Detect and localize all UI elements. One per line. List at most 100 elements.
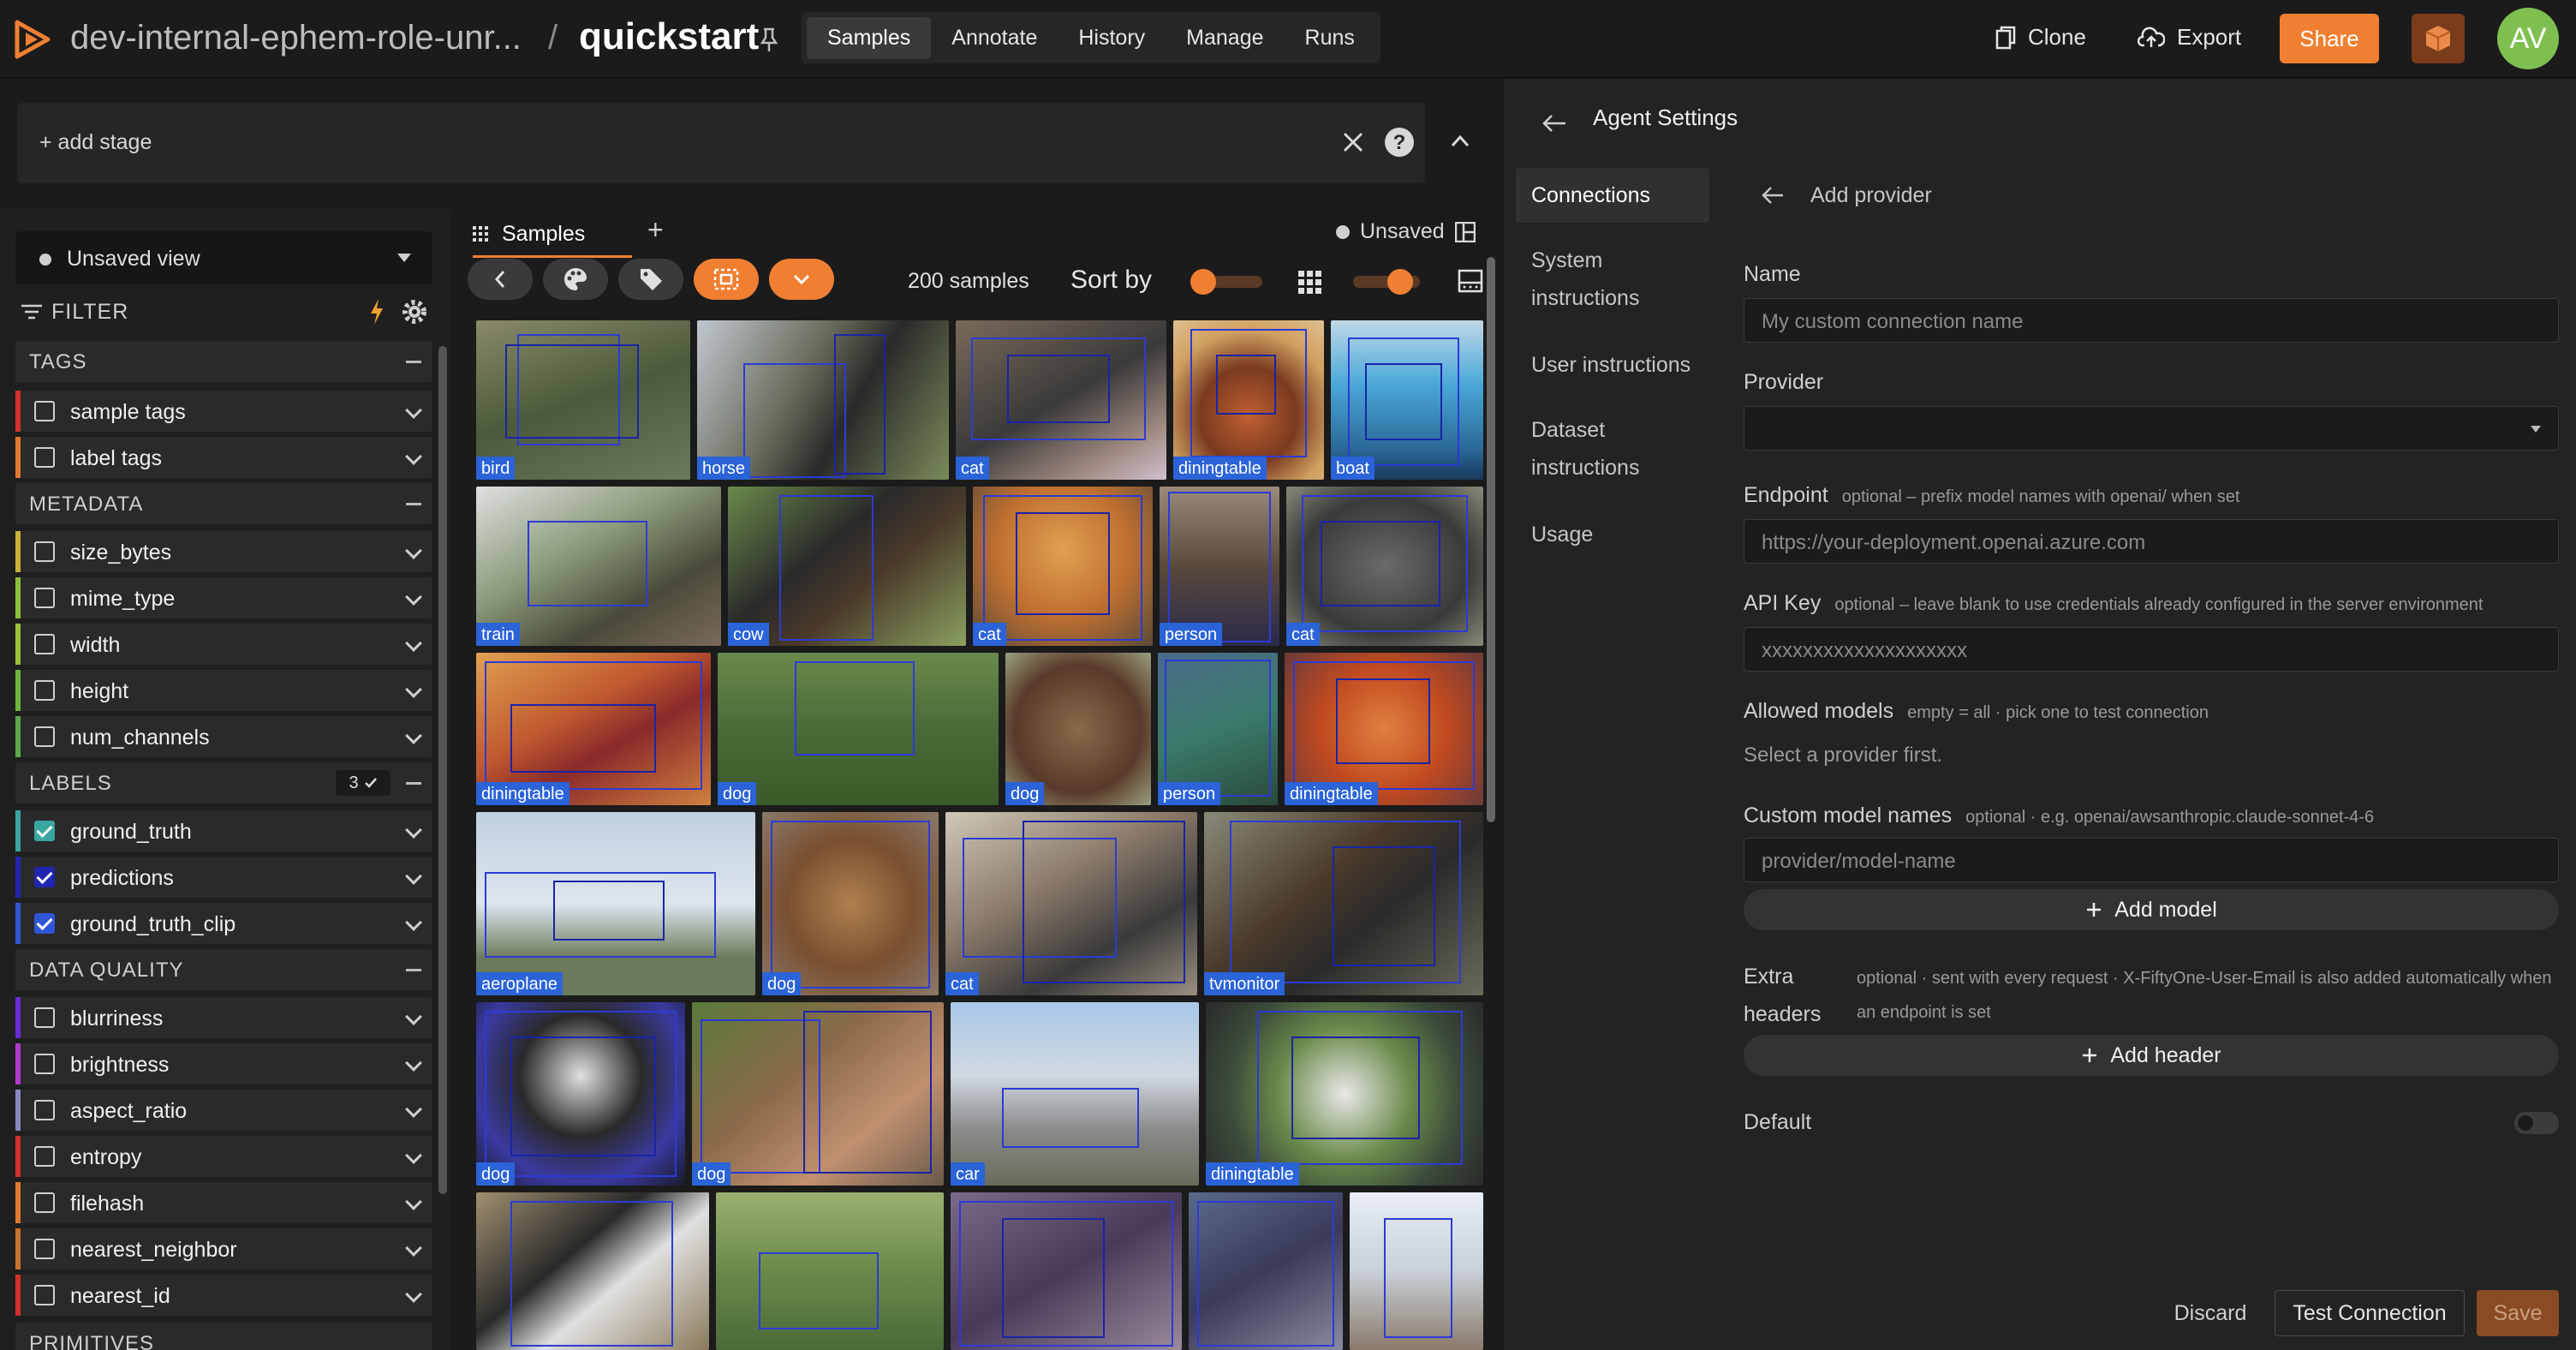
grid-zoom-slider[interactable] [1353,269,1420,295]
sidebar-scrollbar[interactable] [438,346,447,1194]
chevron-down-icon[interactable] [405,868,422,885]
nav-connections[interactable]: Connections [1516,168,1709,223]
checkbox[interactable] [34,1007,55,1028]
collapse-icon[interactable] [406,969,421,971]
color-scheme-button[interactable] [543,259,608,300]
add-model-button[interactable]: Add model [1744,889,2559,930]
dataset-name[interactable]: dev-internal-ephem-role-unr... [70,19,533,57]
checkbox[interactable] [34,1146,55,1167]
filter-row-nearest-id[interactable]: nearest_id [15,1275,432,1316]
sample-tile[interactable]: diningtable [1173,320,1324,480]
add-panel-button[interactable]: + [647,214,664,246]
collapse-icon[interactable] [406,361,421,363]
filter-row-predictions[interactable]: predictions [15,857,432,898]
patches-button[interactable] [694,259,759,300]
close-icon[interactable] [1339,128,1367,156]
add-stage-button[interactable]: + add stage [39,130,152,155]
chevron-down-icon[interactable] [405,402,422,419]
sample-tile[interactable] [1189,1192,1343,1350]
chevron-down-icon[interactable] [405,1286,422,1303]
nav-usage[interactable]: Usage [1516,507,1709,562]
app-logo-icon[interactable] [14,19,53,60]
section-header-data-quality[interactable]: DATA QUALITY [15,949,432,990]
sample-tile[interactable] [951,1192,1182,1350]
filter-row-label-tags[interactable]: label tags [15,437,432,478]
nav-system-instructions[interactable]: System instructions [1516,233,1709,326]
sort-by-select[interactable]: Sort by [1070,266,1152,295]
chevron-down-icon[interactable] [405,635,422,652]
filter-row-sample-tags[interactable]: sample tags [15,391,432,432]
app-switcher-button[interactable] [2412,14,2465,63]
view-mode-icon[interactable] [1458,269,1483,293]
avatar[interactable]: AV [2497,8,2559,69]
sample-tile[interactable]: dog [476,1002,685,1186]
tab-manage[interactable]: Manage [1166,17,1284,59]
filter-row-brightness[interactable]: brightness [15,1043,432,1084]
help-icon[interactable]: ? [1382,125,1416,159]
chevron-down-icon[interactable] [405,542,422,559]
filter-row-blurriness[interactable]: blurriness [15,997,432,1038]
filter-row-width[interactable]: width [15,624,432,665]
export-button[interactable]: Export [2138,24,2241,51]
back-button[interactable] [468,259,533,300]
sample-tile[interactable]: tvmonitor [1204,812,1483,995]
sample-tile[interactable]: person [1158,653,1278,805]
sample-tile[interactable]: diningtable [1206,1002,1483,1186]
checkbox[interactable] [34,401,55,421]
chevron-down-icon[interactable] [405,727,422,744]
sample-tile[interactable]: boat [1331,320,1483,480]
sample-tile[interactable]: horse [697,320,949,480]
nav-dataset-instructions[interactable]: Dataset instructions [1516,403,1709,495]
chevron-down-icon[interactable] [405,1193,422,1210]
sample-tile[interactable]: cat [1286,487,1483,646]
filter-row-ground-truth[interactable]: ground_truth [15,810,432,851]
lightning-icon[interactable] [368,298,385,326]
collapse-icon[interactable] [406,782,421,785]
sample-tile[interactable]: cow [728,487,966,646]
chevron-down-icon[interactable] [405,914,422,931]
checkbox-checked[interactable] [34,821,55,841]
gear-icon[interactable] [401,298,428,326]
filter-row-ground-truth-clip[interactable]: ground_truth_clip [15,903,432,944]
sort-menu-button[interactable] [769,259,834,300]
section-header-primitives[interactable]: PRIMITIVES [15,1323,432,1350]
chevron-up-icon[interactable] [1446,127,1475,156]
checkbox[interactable] [34,680,55,701]
tab-samples-grid[interactable]: Samples [473,214,632,254]
tab-runs[interactable]: Runs [1285,17,1375,59]
name-input[interactable]: My custom connection name [1744,298,2559,343]
collapse-icon[interactable] [406,503,421,505]
arrow-left-icon[interactable] [1541,113,1567,134]
filter-row-num-channels[interactable]: num_channels [15,716,432,757]
filter-row-aspect-ratio[interactable]: aspect_ratio [15,1090,432,1131]
arrow-left-icon[interactable] [1761,185,1785,206]
filter-row-size-bytes[interactable]: size_bytes [15,531,432,572]
sample-tile[interactable]: dog [718,653,999,805]
chevron-down-icon[interactable] [405,1147,422,1164]
add-header-button[interactable]: Add header [1744,1035,2559,1076]
clone-button[interactable]: Clone [1995,24,2086,51]
default-toggle[interactable] [2514,1112,2559,1134]
sample-tile[interactable]: dog [1005,653,1151,805]
save-button[interactable]: Save [2477,1290,2559,1336]
apikey-input[interactable]: xxxxxxxxxxxxxxxxxxxx [1744,627,2559,672]
sample-tile[interactable]: bird [476,320,690,480]
share-button[interactable]: Share [2280,14,2379,63]
test-connection-button[interactable]: Test Connection [2275,1290,2465,1336]
checkbox[interactable] [34,1285,55,1305]
sample-tile[interactable] [476,1192,709,1350]
nav-user-instructions[interactable]: User instructions [1516,338,1709,392]
tab-history[interactable]: History [1058,17,1166,59]
sample-tile[interactable]: person [1160,487,1279,646]
endpoint-input[interactable]: https://your-deployment.openai.azure.com [1744,519,2559,564]
filter-row-height[interactable]: height [15,670,432,711]
sample-tile[interactable]: aeroplane [476,812,755,995]
sample-tile[interactable]: diningtable [1285,653,1483,805]
grid-scrollbar[interactable] [1487,257,1495,822]
sample-tile[interactable] [1350,1192,1483,1350]
chevron-down-icon[interactable] [405,588,422,606]
checkbox[interactable] [34,1100,55,1120]
sample-tile[interactable]: cat [973,487,1153,646]
chevron-down-icon[interactable] [405,1008,422,1025]
sample-tile[interactable]: car [951,1002,1199,1186]
